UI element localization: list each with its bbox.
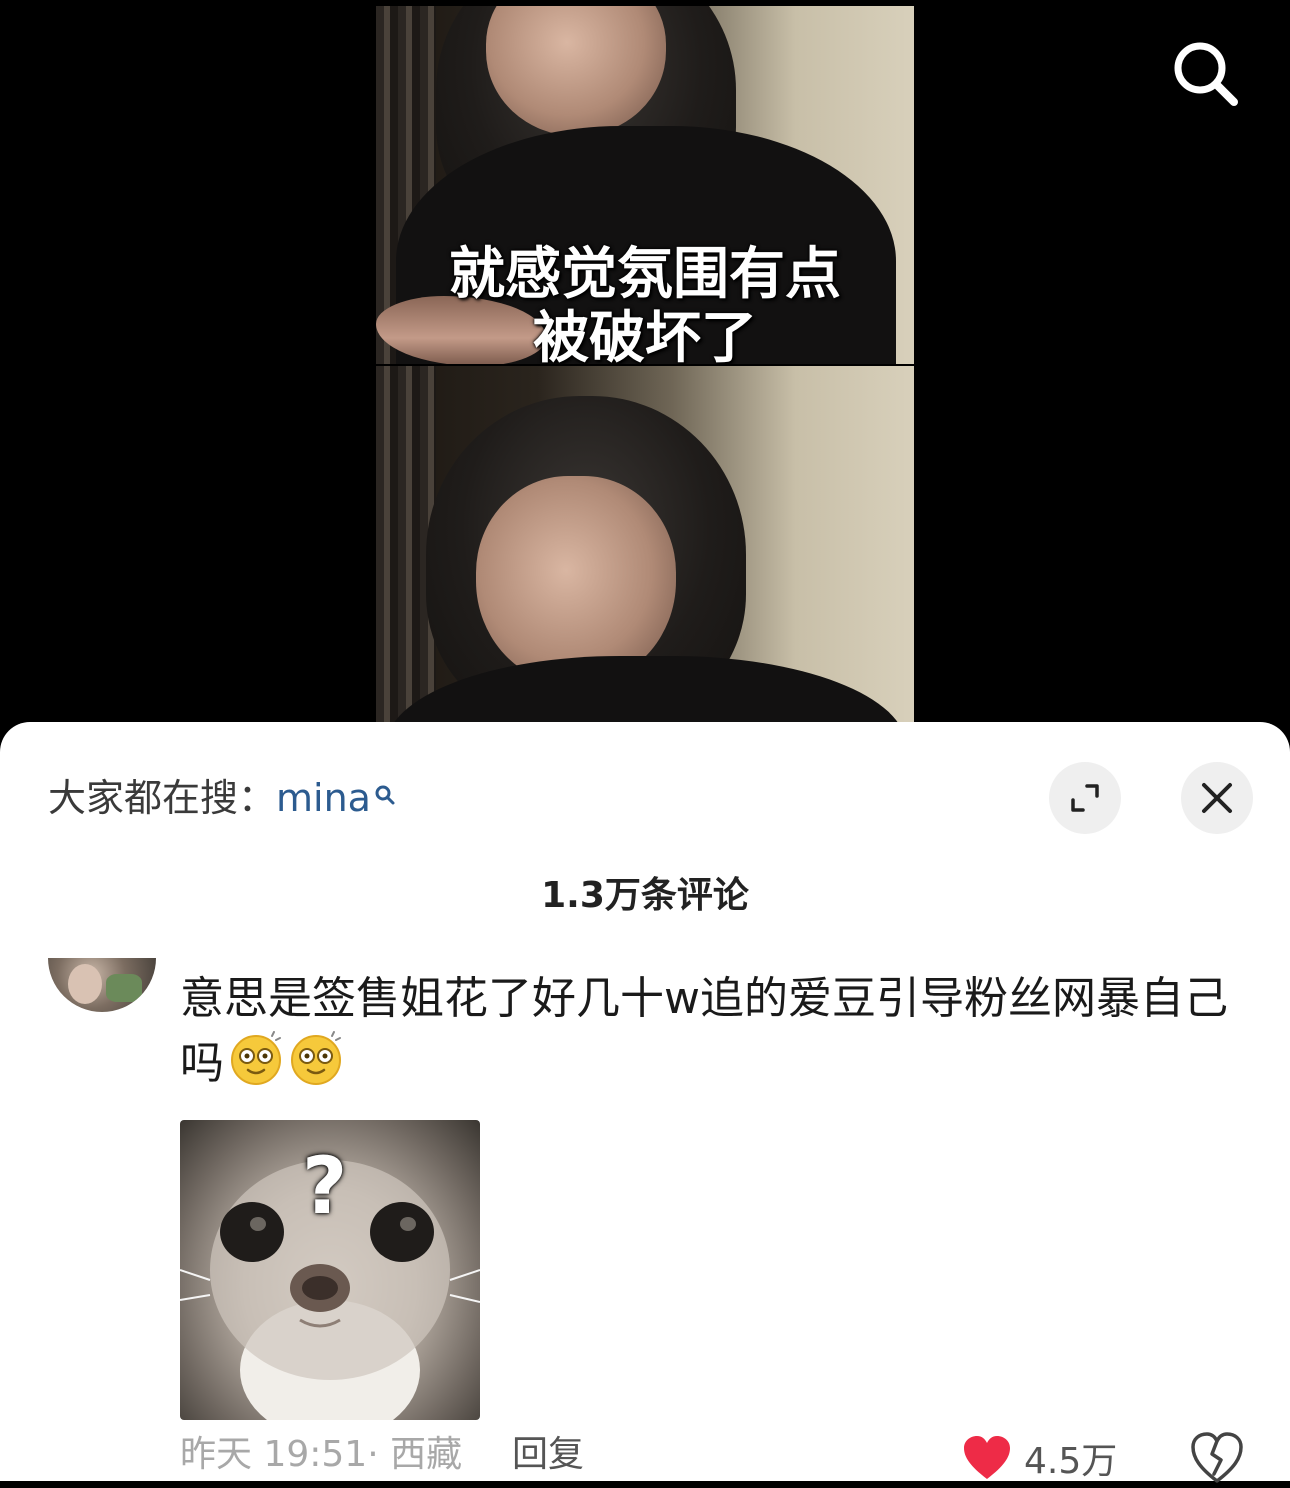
small-search-icon [373,770,397,826]
dizzy-face-emoji-icon [231,1031,281,1085]
dislike-button[interactable] [1190,1432,1244,1484]
video-frame-bottom [376,366,914,760]
dizzy-face-emoji-icon [291,1031,341,1085]
heart-icon [964,1436,1010,1479]
trending-term-link[interactable]: mina [276,776,371,820]
close-button[interactable] [1181,762,1253,834]
comment-time: 昨天 19:51 [180,1434,368,1475]
comment-image-cat[interactable]: ? [180,1120,480,1420]
broken-heart-icon [1191,1432,1243,1483]
image-question-mark: ? [302,1142,348,1232]
subtitle-line-2: 被破坏了 [533,305,757,364]
like-button[interactable]: 4.5万 [962,1430,1117,1486]
subtitle-line-1: 就感觉氛围有点 [449,241,841,307]
comment-body[interactable]: 意思是签售姐花了好几十w追的爱豆引导粉丝网暴自己吗 [180,968,1240,1095]
close-icon [1202,783,1232,813]
trending-search[interactable]: 大家都在搜：mina [48,770,397,826]
expand-button[interactable] [1049,762,1121,834]
comment-count: 1.3万条评论 [541,875,749,916]
meta-separator: · [367,1434,379,1475]
search-icon [1174,42,1238,106]
avatar[interactable] [48,958,156,1012]
comment-meta: 昨天 19:51· 西藏 [180,1427,462,1483]
expand-icon [1071,784,1099,812]
like-count: 4.5万 [1024,1441,1118,1482]
comments-panel: 大家都在搜：mina 1.3万条评论 意思是签售姐花了好几十w追的爱豆引导粉丝网… [0,722,1290,1484]
comment-location: 西藏 [390,1434,463,1475]
video-frame-top: 就感觉氛围有点 被破坏了 [376,6,914,364]
search-button[interactable] [1168,36,1244,112]
trending-label: 大家都在搜： [48,776,277,820]
video-player[interactable]: 就感觉氛围有点 被破坏了 [0,0,1290,760]
reply-button[interactable]: 回复 [512,1427,584,1483]
